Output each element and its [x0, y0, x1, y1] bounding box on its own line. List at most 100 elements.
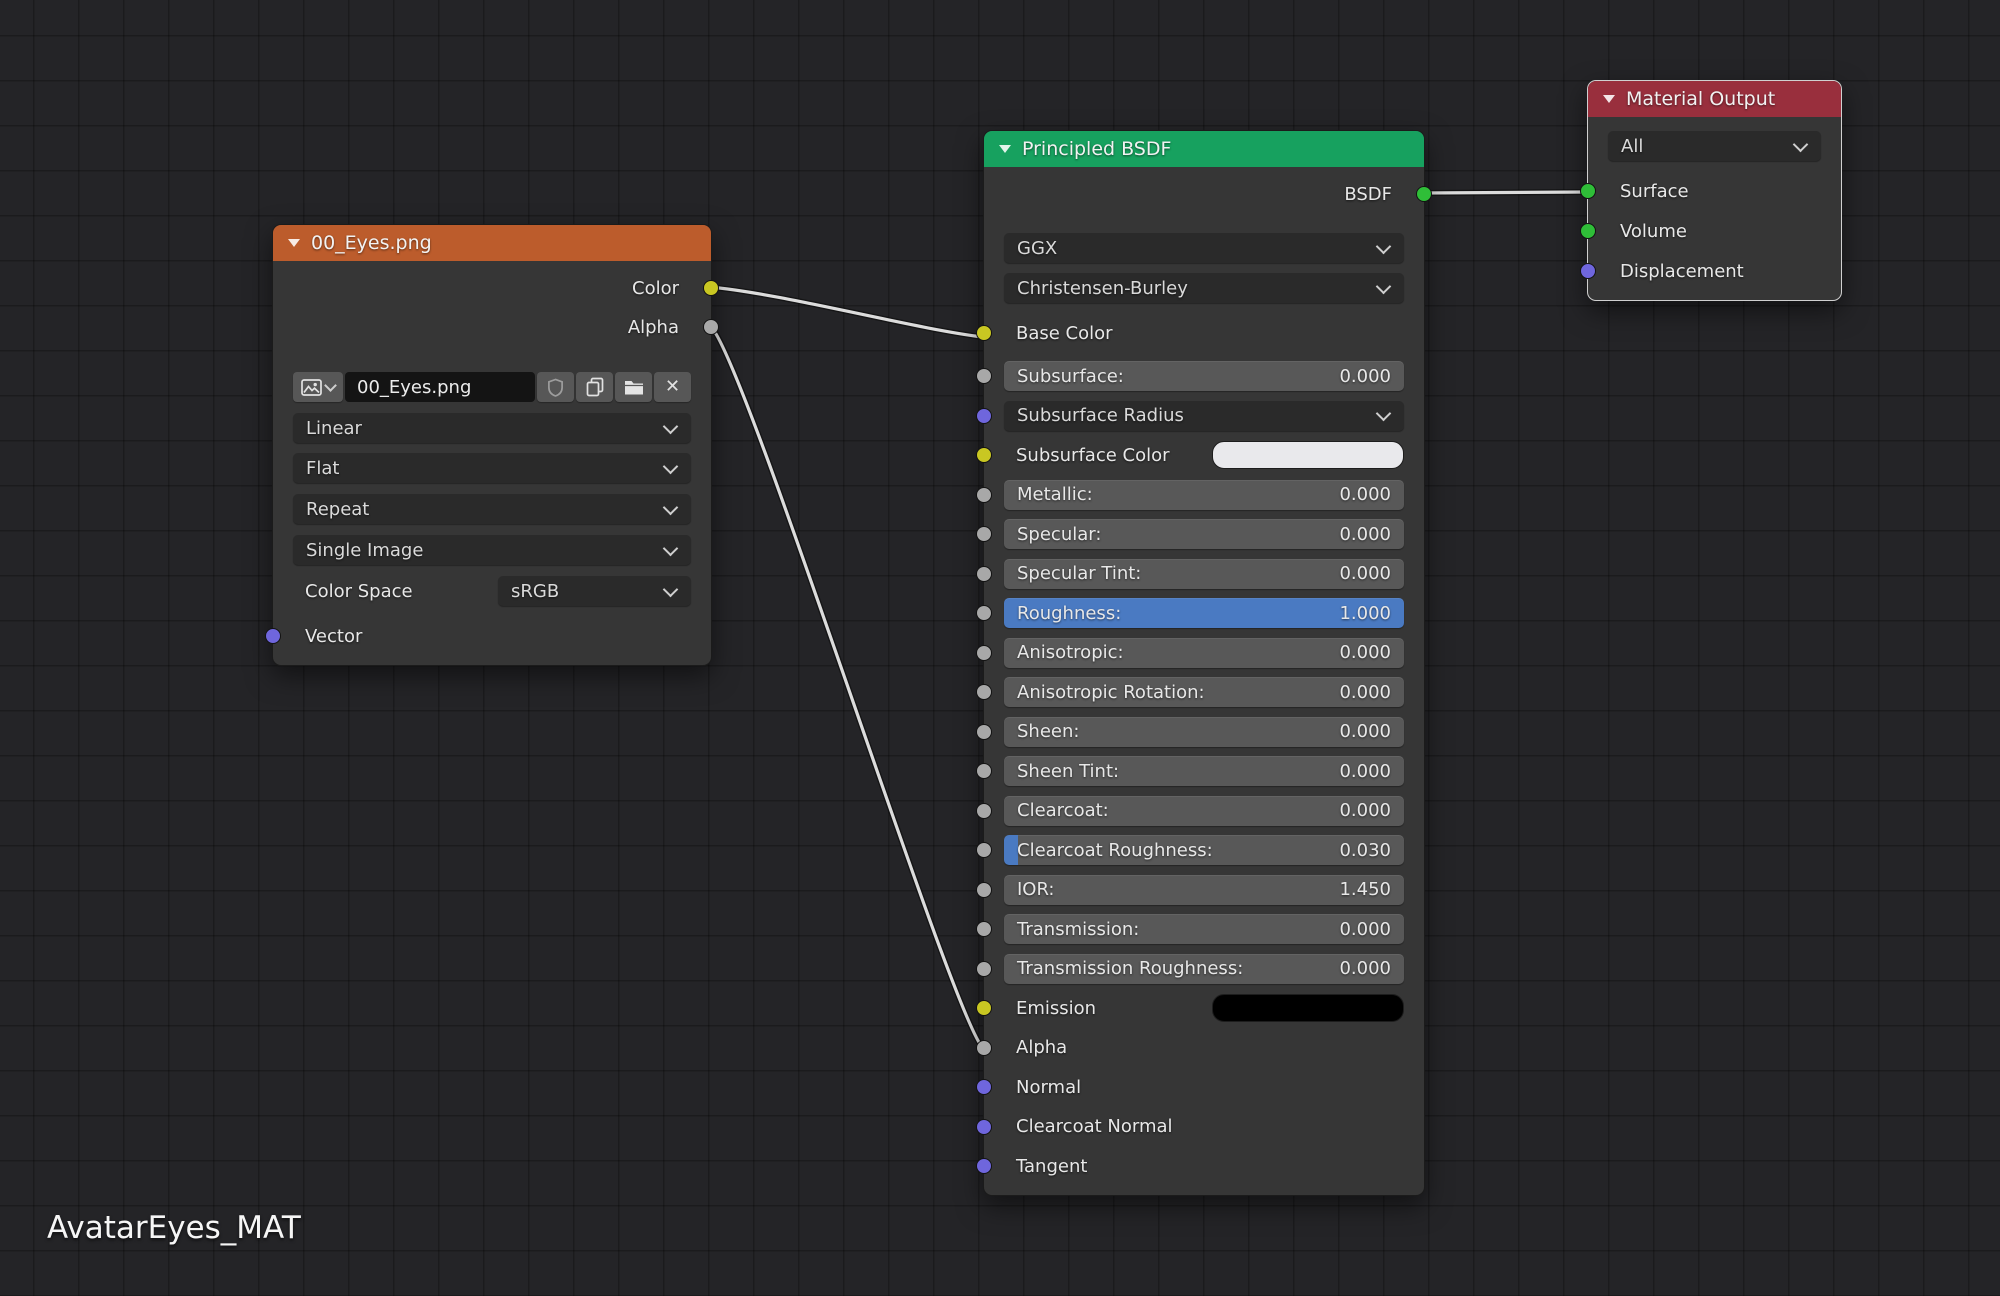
- slider-label: Clearcoat Roughness:: [1017, 840, 1339, 861]
- material-output-node[interactable]: Material Output All Surface Volume Displ…: [1587, 80, 1842, 301]
- subsurface-input-socket[interactable]: [976, 368, 992, 384]
- vector-input-socket[interactable]: [265, 628, 281, 644]
- input-label: Normal: [1016, 1077, 1081, 1098]
- image-browse-button[interactable]: [293, 372, 343, 402]
- emission-color-swatch[interactable]: [1212, 994, 1404, 1022]
- principled-bsdf-node-header[interactable]: Principled BSDF: [984, 131, 1424, 167]
- slider-label: Metallic:: [1017, 484, 1339, 505]
- specular-input-socket[interactable]: [976, 526, 992, 542]
- metallic-slider[interactable]: Metallic: 0.000: [1004, 480, 1404, 510]
- chevron-down-icon: [324, 379, 337, 392]
- emission-input-socket[interactable]: [976, 1000, 992, 1016]
- transmission-roughness-input-socket[interactable]: [976, 961, 992, 977]
- roughness-input-socket[interactable]: [976, 605, 992, 621]
- specular-slider[interactable]: Specular: 0.000: [1004, 519, 1404, 549]
- slider-label: Specular:: [1017, 524, 1339, 545]
- collapse-triangle-icon[interactable]: [1603, 95, 1615, 103]
- extension-dropdown[interactable]: Repeat: [293, 494, 691, 524]
- image-texture-node-header[interactable]: 00_Eyes.png: [273, 225, 711, 261]
- principled-bsdf-node[interactable]: Principled BSDF BSDF GGX Christensen-Bur…: [983, 130, 1425, 1196]
- unlink-image-button[interactable]: ✕: [654, 372, 691, 402]
- anisotropic-rotation-slider[interactable]: Anisotropic Rotation: 0.000: [1004, 677, 1404, 707]
- base-color-input-socket[interactable]: [976, 325, 992, 341]
- interpolation-dropdown[interactable]: Linear: [293, 413, 691, 443]
- bsdf-row-clearcoat: Clearcoat: 0.000: [1004, 796, 1404, 826]
- node-title: Material Output: [1626, 88, 1775, 110]
- subsurface-radius-input-socket[interactable]: [976, 408, 992, 424]
- subsurface-color-swatch[interactable]: [1212, 441, 1404, 469]
- bsdf-row-sheen: Sheen: 0.000: [1004, 717, 1404, 747]
- sheen-tint-input-socket[interactable]: [976, 763, 992, 779]
- displacement-input-socket[interactable]: [1580, 263, 1596, 279]
- target-dropdown[interactable]: All: [1608, 131, 1821, 161]
- image-texture-node[interactable]: 00_Eyes.png Color Alpha: [272, 224, 712, 666]
- fake-user-button[interactable]: [537, 372, 574, 402]
- subsurface-slider[interactable]: Subsurface: 0.000: [1004, 361, 1404, 391]
- input-label: Alpha: [1016, 1037, 1067, 1058]
- roughness-slider[interactable]: Roughness: 1.000: [1004, 598, 1404, 628]
- color-space-dropdown[interactable]: sRGB: [498, 576, 691, 606]
- normal-input-socket[interactable]: [976, 1079, 992, 1095]
- ior-input-socket[interactable]: [976, 882, 992, 898]
- dropdown-value: Repeat: [306, 499, 655, 520]
- transmission-slider[interactable]: Transmission: 0.000: [1004, 914, 1404, 944]
- clearcoat-roughness-slider[interactable]: Clearcoat Roughness: 0.030: [1004, 835, 1404, 865]
- surface-input-socket[interactable]: [1580, 183, 1596, 199]
- subsurface-method-dropdown[interactable]: Christensen-Burley: [1004, 273, 1404, 303]
- bsdf-row-clearcoat-normal: Clearcoat Normal: [1004, 1112, 1404, 1142]
- vector-input-row: Vector: [293, 621, 691, 651]
- wire-alpha-to-alpha: [710, 326, 983, 1048]
- node-editor-canvas[interactable]: 00_Eyes.png Color Alpha: [0, 0, 2000, 1296]
- anisotropic-slider[interactable]: Anisotropic: 0.000: [1004, 638, 1404, 668]
- transmission-input-socket[interactable]: [976, 921, 992, 937]
- slider-label: IOR:: [1017, 879, 1339, 900]
- input-label: Volume: [1620, 221, 1687, 242]
- new-image-button[interactable]: [576, 372, 613, 402]
- dropdown-value: Single Image: [306, 540, 655, 561]
- bsdf-row-base-color: Base Color: [1004, 318, 1404, 348]
- bsdf-row-anisotropic-rotation: Anisotropic Rotation: 0.000: [1004, 677, 1404, 707]
- collapse-triangle-icon[interactable]: [999, 145, 1011, 153]
- subsurface-color-input-socket[interactable]: [976, 447, 992, 463]
- sheen-input-socket[interactable]: [976, 724, 992, 740]
- anisotropic-rotation-input-socket[interactable]: [976, 684, 992, 700]
- specular-tint-input-socket[interactable]: [976, 566, 992, 582]
- alpha-input-socket[interactable]: [976, 1040, 992, 1056]
- bsdf-row-specular: Specular: 0.000: [1004, 519, 1404, 549]
- collapse-triangle-icon[interactable]: [288, 239, 300, 247]
- image-name-field[interactable]: 00_Eyes.png: [345, 372, 535, 402]
- volume-input-socket[interactable]: [1580, 223, 1596, 239]
- bsdf-output-socket[interactable]: [1416, 186, 1432, 202]
- sheen-tint-slider[interactable]: Sheen Tint: 0.000: [1004, 756, 1404, 786]
- sheen-slider[interactable]: Sheen: 0.000: [1004, 717, 1404, 747]
- clearcoat-input-socket[interactable]: [976, 803, 992, 819]
- color-output-socket[interactable]: [703, 280, 719, 296]
- distribution-dropdown[interactable]: GGX: [1004, 233, 1404, 263]
- metallic-input-socket[interactable]: [976, 487, 992, 503]
- specular-tint-slider[interactable]: Specular Tint: 0.000: [1004, 559, 1404, 589]
- clearcoat-roughness-input-socket[interactable]: [976, 842, 992, 858]
- subsurface-radius-dropdown[interactable]: Subsurface Radius: [1004, 401, 1404, 431]
- output-label: BSDF: [1344, 184, 1392, 205]
- tangent-input-socket[interactable]: [976, 1158, 992, 1174]
- slider-label: Transmission:: [1017, 919, 1339, 940]
- alpha-output-socket[interactable]: [703, 319, 719, 335]
- slider-label: Subsurface:: [1017, 366, 1339, 387]
- dropdown-value: sRGB: [511, 581, 655, 602]
- projection-dropdown[interactable]: Flat: [293, 453, 691, 483]
- dropdown-value: Linear: [306, 418, 655, 439]
- ior-slider[interactable]: IOR: 1.450: [1004, 875, 1404, 905]
- duplicate-icon: [586, 377, 604, 397]
- material-output-node-header[interactable]: Material Output: [1588, 81, 1841, 117]
- dropdown-value: GGX: [1017, 238, 1368, 259]
- input-label: Tangent: [1016, 1156, 1087, 1177]
- transmission-roughness-slider[interactable]: Transmission Roughness: 0.000: [1004, 954, 1404, 984]
- displacement-input-row: Displacement: [1608, 256, 1821, 286]
- clearcoat-slider[interactable]: Clearcoat: 0.000: [1004, 796, 1404, 826]
- source-dropdown[interactable]: Single Image: [293, 535, 691, 565]
- open-image-button[interactable]: [615, 372, 652, 402]
- clearcoat-normal-input-socket[interactable]: [976, 1119, 992, 1135]
- slider-value: 0.000: [1339, 919, 1391, 940]
- anisotropic-input-socket[interactable]: [976, 645, 992, 661]
- dropdown-value: Christensen-Burley: [1017, 278, 1368, 299]
